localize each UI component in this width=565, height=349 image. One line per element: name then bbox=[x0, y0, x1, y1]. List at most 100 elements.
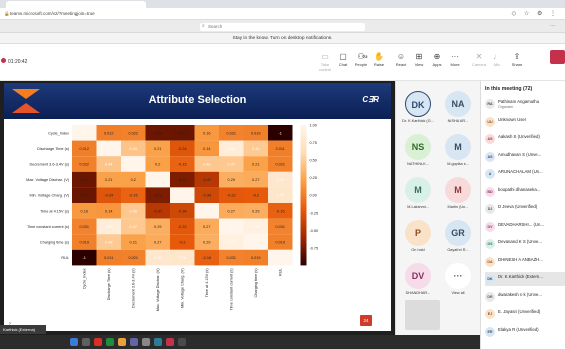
heatmap-cell-label: -0.72 bbox=[153, 194, 162, 198]
toolbar-label: React bbox=[395, 62, 407, 67]
browser-tab[interactable] bbox=[6, 1, 146, 8]
toolbar-apps-button[interactable]: ⊕ Apps bbox=[428, 52, 446, 67]
toolbar-mic-button[interactable]: ♩ Mic bbox=[488, 52, 506, 67]
participant-row[interactable]: DR dwarakesh n k (Unve... bbox=[485, 290, 565, 304]
search-input[interactable]: ⌕ Search bbox=[200, 23, 365, 31]
tile-name: Martin (Un... bbox=[447, 205, 469, 209]
heatmap-cell-label: 0.021 bbox=[275, 163, 285, 167]
toolbar-label: Camera bbox=[471, 62, 487, 67]
mic-icon: ♩ bbox=[493, 52, 501, 61]
participant-row[interactable]: RA Pathinam Angamuthu Organizer bbox=[485, 97, 565, 111]
toolbar-take-control-button[interactable]: ▭ Take control bbox=[316, 52, 334, 72]
taskbar-app-icon[interactable] bbox=[154, 338, 162, 346]
avatar: DK bbox=[405, 91, 431, 117]
taskbar-app-icon[interactable] bbox=[142, 338, 150, 346]
apps-icon: ⊕ bbox=[433, 52, 441, 61]
taskbar-app-icon[interactable] bbox=[118, 338, 126, 346]
search-placeholder: Search bbox=[208, 24, 223, 29]
participant-row[interactable]: EJ E. Jayasri (Unverified) bbox=[485, 307, 565, 321]
participant-row[interactable]: DS Devanand K S (Unve... bbox=[485, 237, 565, 251]
video-tile[interactable]: P On hold bbox=[400, 220, 436, 252]
heatmap-cell-label: -0.34 bbox=[202, 194, 211, 198]
toolbar-view-button[interactable]: ⊞ View bbox=[410, 52, 428, 67]
video-tile[interactable]: ··· View all bbox=[440, 263, 476, 295]
heatmap-col-label: Cycle_Index bbox=[83, 268, 87, 289]
heatmap-cell-label: 1 bbox=[83, 131, 85, 135]
heatmap-cell-label: 1 bbox=[108, 147, 110, 151]
taskbar-app-icon[interactable] bbox=[94, 338, 102, 346]
video-tiles-panel: DK Dr. K.Karthick (G... NA NISHA AR... NS NAT… bbox=[395, 81, 480, 335]
heatmap-row-label: Decrement 3.6-3.4V (s) bbox=[30, 163, 70, 167]
toolbar-more-button[interactable]: ··· More bbox=[446, 52, 464, 67]
self-video-preview[interactable] bbox=[405, 300, 440, 330]
heatmap-col-label: Discharge Time (s) bbox=[107, 268, 111, 301]
taskbar-app-icon[interactable] bbox=[70, 338, 78, 346]
heatmap-cell-label: 0.76 bbox=[277, 194, 284, 198]
taskbar-app-icon[interactable] bbox=[178, 338, 186, 346]
heatmap-cell-label: 0.47 bbox=[130, 225, 137, 229]
participants-header[interactable]: In this meeting (72) bbox=[485, 86, 532, 92]
avatar: DA bbox=[485, 256, 495, 267]
video-tile[interactable]: M M.gopika s... bbox=[440, 134, 476, 166]
toolbar-raise-button[interactable]: ✋ Raise bbox=[370, 52, 388, 67]
avatar: DV bbox=[485, 221, 495, 232]
taskbar-app-icon[interactable] bbox=[106, 338, 114, 346]
colorbar-tick-label: 1.00 bbox=[310, 124, 317, 128]
heatmap-cell-label: -0.79 bbox=[178, 131, 187, 135]
browser-actions-icon[interactable]: ◇ ☆ ⚙ ⋮ bbox=[512, 10, 559, 17]
toolbar-camera-button[interactable]: ✕ Camera bbox=[470, 52, 488, 67]
leave-button[interactable] bbox=[550, 50, 565, 64]
toolbar-react-button[interactable]: ☺ React bbox=[392, 52, 410, 67]
participant-row[interactable]: A ARUNACHALAM (Un... bbox=[485, 167, 565, 181]
taskbar-app-icon[interactable] bbox=[130, 338, 138, 346]
heatmap-cell-label: -0.78 bbox=[153, 131, 162, 135]
more-icon: ··· bbox=[451, 52, 459, 61]
participant-name: DHINESH A ANBAZH... bbox=[498, 256, 543, 262]
participant-row[interactable]: UU Unknown User bbox=[485, 115, 565, 129]
participant-row[interactable]: DA DHINESH A ANBAZH... bbox=[485, 255, 565, 269]
camera-icon: ✕ bbox=[475, 52, 483, 61]
video-tile[interactable]: GR Gayathri R... bbox=[440, 220, 476, 252]
heatmap-cell-label: 1 bbox=[132, 163, 134, 167]
toolbar-people-button[interactable]: ⚇ People 72 bbox=[352, 52, 370, 67]
heatmap-cell-label: 0.29 bbox=[228, 178, 235, 182]
avatar: DV bbox=[405, 263, 431, 289]
heatmap-cell-label: 0.92 bbox=[228, 241, 235, 245]
heatmap-col-label: Max. Voltage Dischar. (V) bbox=[156, 268, 160, 312]
avatar: NA bbox=[445, 91, 471, 117]
video-tile[interactable]: NS NATHINLK... bbox=[400, 134, 436, 166]
participant-row[interactable]: DK Dr. K.Karthick (Extern... bbox=[485, 272, 565, 286]
tile-name: DHANDHAR... bbox=[405, 291, 431, 295]
video-tile[interactable]: M M.Lakshmi... bbox=[400, 177, 436, 209]
participant-row[interactable]: DJ D Jeeva (Unverified) bbox=[485, 202, 565, 216]
heatmap-cell-label: 1 bbox=[157, 178, 159, 182]
avatar: DR bbox=[485, 291, 495, 302]
participant-row[interactable]: AS Aakash S (Unverified) bbox=[485, 132, 565, 146]
taskbar-app-icon[interactable] bbox=[82, 338, 90, 346]
tile-name: NISHA AR... bbox=[447, 119, 469, 123]
video-tile[interactable]: DK Dr. K.Karthick (G... bbox=[400, 91, 436, 123]
taskbar-app-icon[interactable] bbox=[166, 338, 174, 346]
heatmap-cell-label: 0.88 bbox=[105, 225, 112, 229]
video-tile[interactable]: DV DHANDHAR... bbox=[400, 263, 436, 295]
url-text[interactable]: teams.microsoft.com/v2/?meetingjoin=true bbox=[10, 11, 95, 16]
participant-row[interactable]: AS Amudhavan S (Unve... bbox=[485, 150, 565, 164]
heatmap-cell-label: 0.019 bbox=[79, 241, 89, 245]
participant-row[interactable]: DV DEVADHARSHI... (Un... bbox=[485, 220, 565, 234]
video-tile[interactable]: M Martin (Un... bbox=[440, 177, 476, 209]
toolbar-share-button[interactable]: ⇪ Share bbox=[508, 52, 526, 67]
heatmap-cell-label: -0.22 bbox=[178, 225, 187, 229]
heatmap-cell-label: 0.27 bbox=[154, 241, 161, 245]
participant-name: boopathi dhanaseka... bbox=[498, 186, 541, 192]
more-options-icon[interactable]: ··· bbox=[550, 23, 555, 29]
toolbar-chat-button[interactable]: ▢ Chat bbox=[334, 52, 352, 67]
participant-row[interactable]: BD boopathi dhanaseka... bbox=[485, 185, 565, 199]
participant-row[interactable]: ER Elakya R (Unverified) bbox=[485, 325, 565, 339]
participant-name: Pathinam Angamuthu bbox=[498, 99, 540, 104]
browser-address-bar[interactable]: 🔒 teams.microsoft.com/v2/?meetingjoin=tr… bbox=[0, 8, 565, 20]
heatmap-cell-label: -0.78 bbox=[80, 178, 89, 182]
video-tile[interactable]: NA NISHA AR... bbox=[440, 91, 476, 123]
window-caption[interactable]: Karthick (Externa) bbox=[0, 325, 46, 334]
participant-name: Elakya R (Unverified) bbox=[498, 326, 539, 332]
heatmap-colorbar bbox=[300, 125, 307, 266]
